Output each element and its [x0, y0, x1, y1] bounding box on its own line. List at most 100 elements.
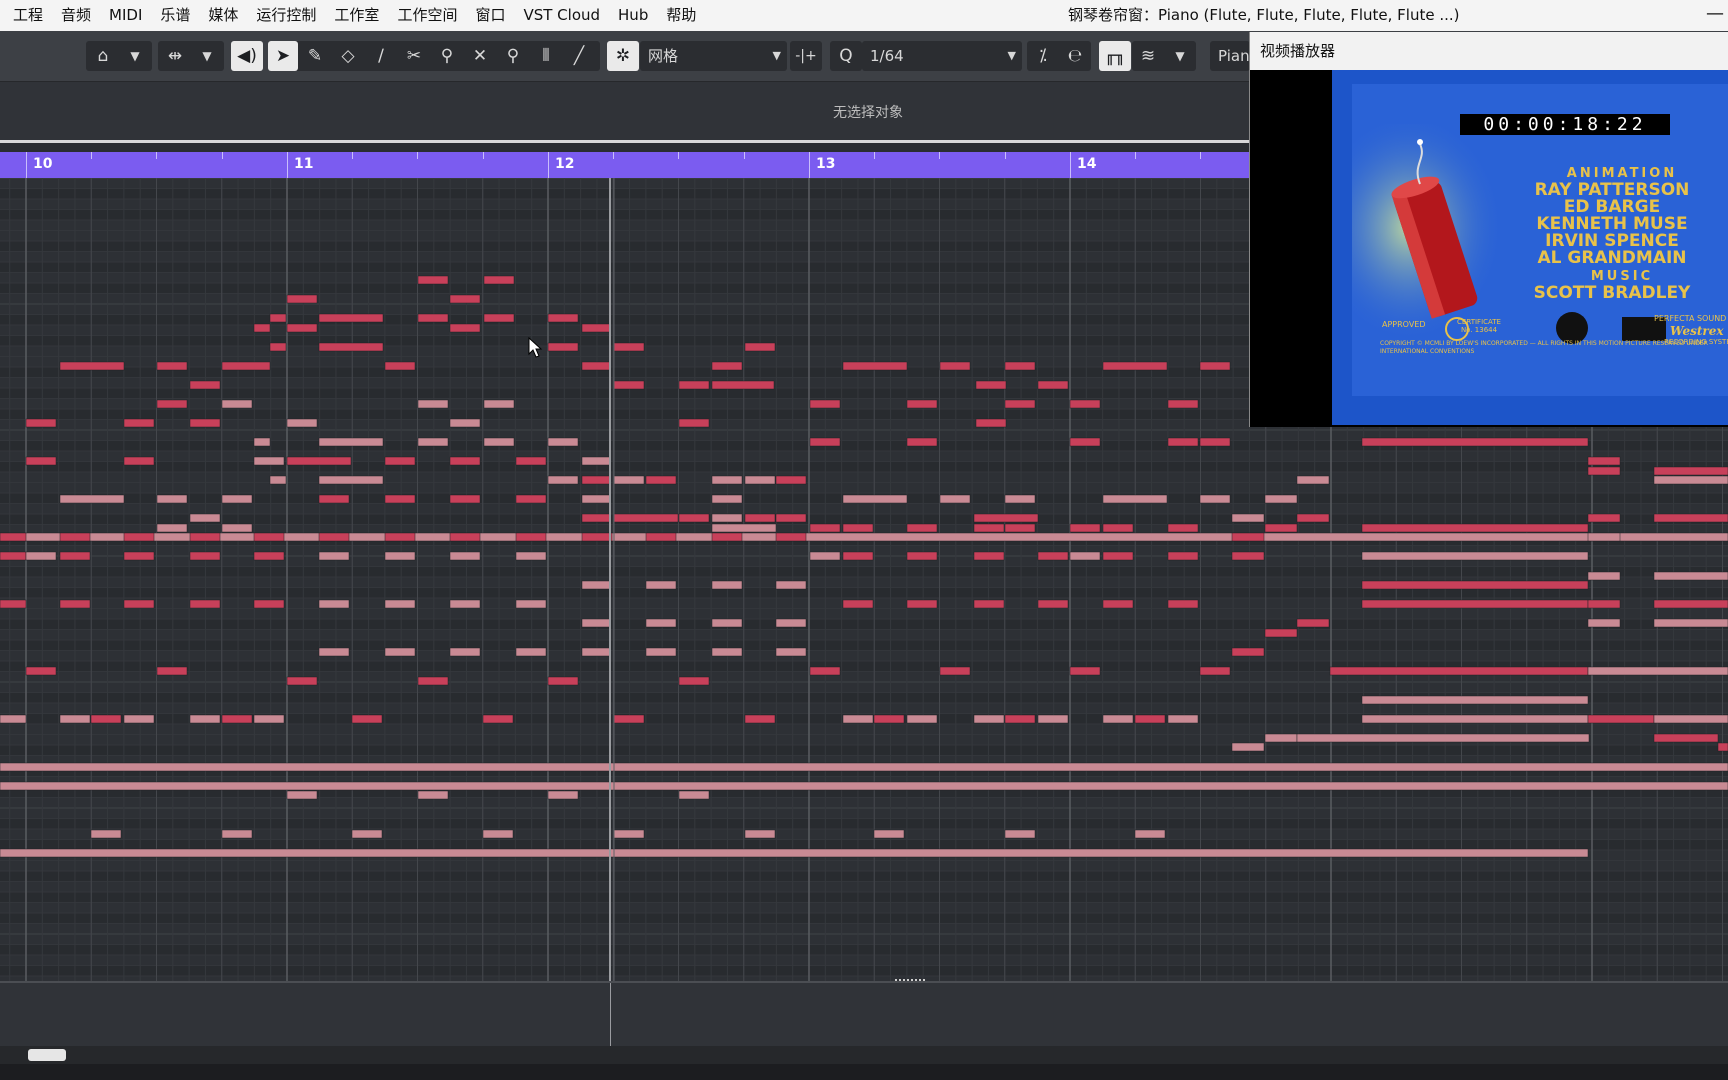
- midi-note: [1167, 437, 1199, 447]
- track-select[interactable]: Pian: [1210, 41, 1250, 71]
- menu-workspaces[interactable]: 工作空间: [388, 0, 466, 31]
- midi-note: [515, 647, 547, 657]
- quantize-button[interactable]: Q: [830, 41, 862, 71]
- menu-project[interactable]: 工程: [4, 0, 52, 31]
- menu-midi[interactable]: MIDI: [100, 0, 151, 31]
- midi-note: [809, 437, 841, 447]
- midi-note: [1004, 494, 1036, 504]
- dropdown-icon[interactable]: ▼: [192, 41, 222, 71]
- menu-score[interactable]: 乐谱: [151, 0, 199, 31]
- midi-note: [973, 513, 1039, 523]
- midi-note: [1199, 494, 1231, 504]
- midi-note: [189, 513, 221, 523]
- midi-note: [906, 714, 938, 724]
- menu-studio[interactable]: 工作室: [325, 0, 388, 31]
- midi-note: [711, 361, 743, 371]
- midi-note: [449, 599, 481, 609]
- midi-note: [1069, 437, 1101, 447]
- glue-icon[interactable]: ⚲: [432, 41, 462, 71]
- snap-icon[interactable]: ⇹: [160, 41, 190, 71]
- midi-note: [318, 599, 350, 609]
- video-player-window[interactable]: 视频播放器 00:00:18:22 ANIMATION RAY PATTERSO…: [1249, 32, 1728, 427]
- video-title-bar[interactable]: 视频播放器: [1250, 32, 1728, 70]
- chevron-down-icon: ▼: [772, 49, 781, 62]
- credit-heading: ANIMATION: [1566, 166, 1678, 181]
- minimize-button[interactable]: —: [1706, 0, 1724, 28]
- grid-snap-button[interactable]: ✲: [607, 41, 639, 71]
- midi-note: [678, 513, 710, 523]
- zoom-icon[interactable]: ⚲: [498, 41, 528, 71]
- midi-note: [581, 456, 611, 466]
- midi-note: [1264, 628, 1298, 638]
- menu-help[interactable]: 帮助: [657, 0, 705, 31]
- controller-lane[interactable]: [0, 979, 1728, 1046]
- midi-note: [678, 418, 710, 428]
- line-icon[interactable]: ╱: [564, 41, 594, 71]
- velocity-icon[interactable]: ⦀: [531, 41, 561, 71]
- menu-transport[interactable]: 运行控制: [247, 0, 325, 31]
- swing-group: ⁒ ℮: [1027, 41, 1091, 71]
- splitter-handle[interactable]: [895, 979, 925, 984]
- midi-note: [1102, 361, 1168, 371]
- midi-note: [973, 714, 1005, 724]
- midi-note: [775, 475, 807, 485]
- dropdown-icon[interactable]: ▼: [1165, 41, 1195, 71]
- menu-media[interactable]: 媒体: [199, 0, 247, 31]
- pointer-icon[interactable]: ➤: [268, 41, 298, 71]
- menu-audio[interactable]: 音频: [52, 0, 100, 31]
- menu-hub[interactable]: Hub: [609, 0, 657, 31]
- menu-vst-cloud[interactable]: VST Cloud: [514, 0, 609, 31]
- scissors-icon[interactable]: ✂: [399, 41, 429, 71]
- midi-note: [286, 456, 352, 466]
- midi-note: [842, 494, 908, 504]
- grid-type-select[interactable]: 网格 ▼: [640, 41, 787, 71]
- chord-button[interactable]: ╓╖: [1099, 41, 1131, 71]
- midi-note: [1329, 666, 1589, 676]
- midi-note: [711, 380, 775, 390]
- midi-note: [384, 647, 416, 657]
- midi-note: [1296, 513, 1330, 523]
- midi-note: [253, 437, 271, 447]
- scroll-thumb[interactable]: [28, 1049, 66, 1061]
- monitor-icon[interactable]: ⌂: [88, 41, 118, 71]
- quantize-select[interactable]: 1/64 ▼: [862, 41, 1022, 71]
- midi-note: [744, 513, 776, 523]
- pen-icon[interactable]: ∕: [366, 41, 396, 71]
- midi-note: [581, 361, 611, 371]
- midi-note: [449, 418, 481, 428]
- midi-note: [613, 475, 645, 485]
- midi-note: [744, 475, 776, 485]
- pitch-row: [0, 839, 1728, 850]
- midi-note: [253, 323, 271, 333]
- chord-icon: ╓╖: [1104, 46, 1126, 66]
- midi-note: [1004, 523, 1036, 533]
- dropdown-icon[interactable]: ▼: [120, 41, 150, 71]
- midi-note: [0, 848, 1589, 858]
- speaker-button[interactable]: ◀): [231, 41, 263, 71]
- midi-note: [775, 647, 807, 657]
- status-strip: [0, 1064, 1728, 1080]
- midi-note: [1361, 599, 1589, 609]
- mute-icon[interactable]: ✕: [465, 41, 495, 71]
- midi-note: [581, 618, 611, 628]
- swing-icon[interactable]: ⁒: [1028, 41, 1058, 71]
- midi-note: [286, 418, 318, 428]
- midi-note: [873, 714, 905, 724]
- midi-note: [809, 399, 841, 409]
- pencil-icon[interactable]: ✎: [300, 41, 330, 71]
- midi-note: [711, 523, 777, 533]
- insert-button[interactable]: -|+: [790, 41, 822, 71]
- midi-note: [221, 399, 253, 409]
- midi-note: [221, 714, 253, 724]
- iterative-icon[interactable]: ℮: [1060, 41, 1090, 71]
- eraser-icon[interactable]: ◇: [333, 41, 363, 71]
- midi-note: [1102, 714, 1134, 724]
- midi-note: [645, 475, 677, 485]
- horizontal-scrollbar[interactable]: [0, 1046, 1728, 1064]
- midi-note: [286, 294, 318, 304]
- midi-note: [775, 580, 807, 590]
- midi-note: [156, 666, 188, 676]
- midi-note: [1004, 399, 1036, 409]
- menu-window[interactable]: 窗口: [466, 0, 514, 31]
- layers-icon[interactable]: ≋: [1133, 41, 1163, 71]
